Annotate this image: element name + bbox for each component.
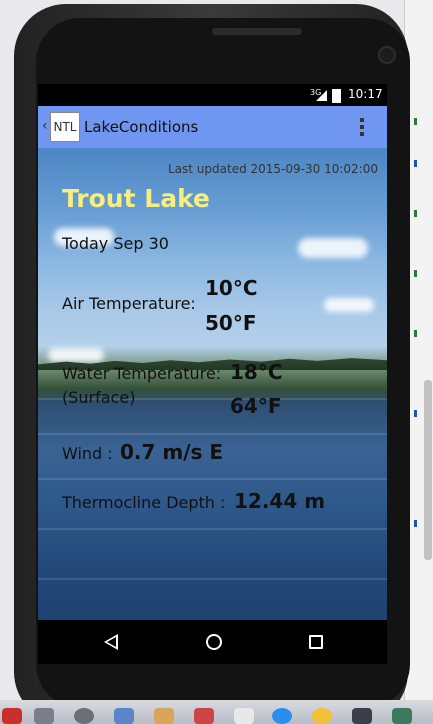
desktop-mark bbox=[414, 410, 417, 417]
desktop-mark bbox=[414, 520, 417, 527]
desktop-mark bbox=[414, 160, 417, 167]
last-updated-text: Last updated 2015-09-30 10:02:00 bbox=[168, 162, 378, 176]
water-ripple bbox=[38, 528, 387, 530]
dock-app-icon[interactable] bbox=[74, 708, 94, 724]
desktop-mark bbox=[414, 330, 417, 337]
dock-app-icon[interactable] bbox=[272, 708, 292, 724]
date-label: Today Sep 30 bbox=[62, 234, 169, 253]
recent-apps-icon[interactable] bbox=[306, 632, 326, 652]
air-temperature-fahrenheit: 50°F bbox=[205, 311, 257, 335]
water-ripple bbox=[38, 578, 387, 580]
app-title: LakeConditions bbox=[84, 118, 199, 136]
home-icon[interactable] bbox=[204, 632, 224, 652]
thermocline-depth-value: 12.44 m bbox=[234, 489, 326, 513]
back-icon[interactable] bbox=[102, 632, 122, 652]
desktop-mark bbox=[414, 270, 417, 277]
lake-conditions-panel: Last updated 2015-09-30 10:02:00 Trout L… bbox=[38, 148, 387, 620]
water-temperature-sublabel: (Surface) bbox=[62, 388, 136, 407]
dock-app-icon[interactable] bbox=[194, 708, 214, 724]
cloud-graphic bbox=[48, 348, 104, 362]
water-ripple bbox=[38, 478, 387, 480]
dock-app-icon[interactable] bbox=[2, 708, 22, 724]
desktop-mark bbox=[414, 210, 417, 217]
wind-value: 0.7 m/s E bbox=[120, 440, 224, 464]
status-clock: 10:17 bbox=[348, 87, 383, 101]
cloud-graphic bbox=[324, 298, 374, 312]
water-ripple bbox=[38, 433, 387, 435]
app-action-bar: ‹ NTL LakeConditions bbox=[38, 106, 387, 148]
battery-icon bbox=[332, 89, 341, 103]
status-bar: 3G 10:17 bbox=[38, 84, 387, 106]
lake-name: Trout Lake bbox=[62, 184, 210, 213]
phone-screen: 3G 10:17 ‹ NTL LakeConditions Last updat… bbox=[38, 84, 387, 664]
dock-app-icon[interactable] bbox=[352, 708, 372, 724]
app-logo[interactable]: NTL bbox=[50, 112, 80, 142]
wind-label: Wind : bbox=[62, 444, 113, 463]
air-temperature-label: Air Temperature: bbox=[62, 294, 196, 313]
navigation-bar bbox=[38, 620, 387, 664]
thermocline-depth-label: Thermocline Depth : bbox=[62, 493, 226, 512]
overflow-menu-icon[interactable] bbox=[360, 118, 364, 139]
phone-speaker bbox=[212, 28, 302, 35]
front-camera bbox=[378, 46, 396, 64]
signal-icon bbox=[316, 90, 327, 101]
desktop-scrollbar[interactable] bbox=[424, 380, 432, 560]
water-temperature-label: Water Temperature: bbox=[62, 364, 222, 383]
dock-app-icon[interactable] bbox=[114, 708, 134, 724]
water-temperature-celsius: 18°C bbox=[230, 360, 283, 384]
dock-app-icon[interactable] bbox=[154, 708, 174, 724]
desktop-mark bbox=[414, 118, 417, 125]
water-temperature-fahrenheit: 64°F bbox=[230, 394, 282, 418]
dock-app-icon[interactable] bbox=[392, 708, 412, 724]
dock-app-icon[interactable] bbox=[34, 708, 54, 724]
dock-app-icon[interactable] bbox=[312, 708, 332, 724]
cloud-graphic bbox=[298, 238, 368, 258]
air-temperature-celsius: 10°C bbox=[205, 276, 258, 300]
dock-app-icon[interactable] bbox=[234, 708, 254, 724]
up-caret-icon[interactable]: ‹ bbox=[42, 118, 48, 134]
